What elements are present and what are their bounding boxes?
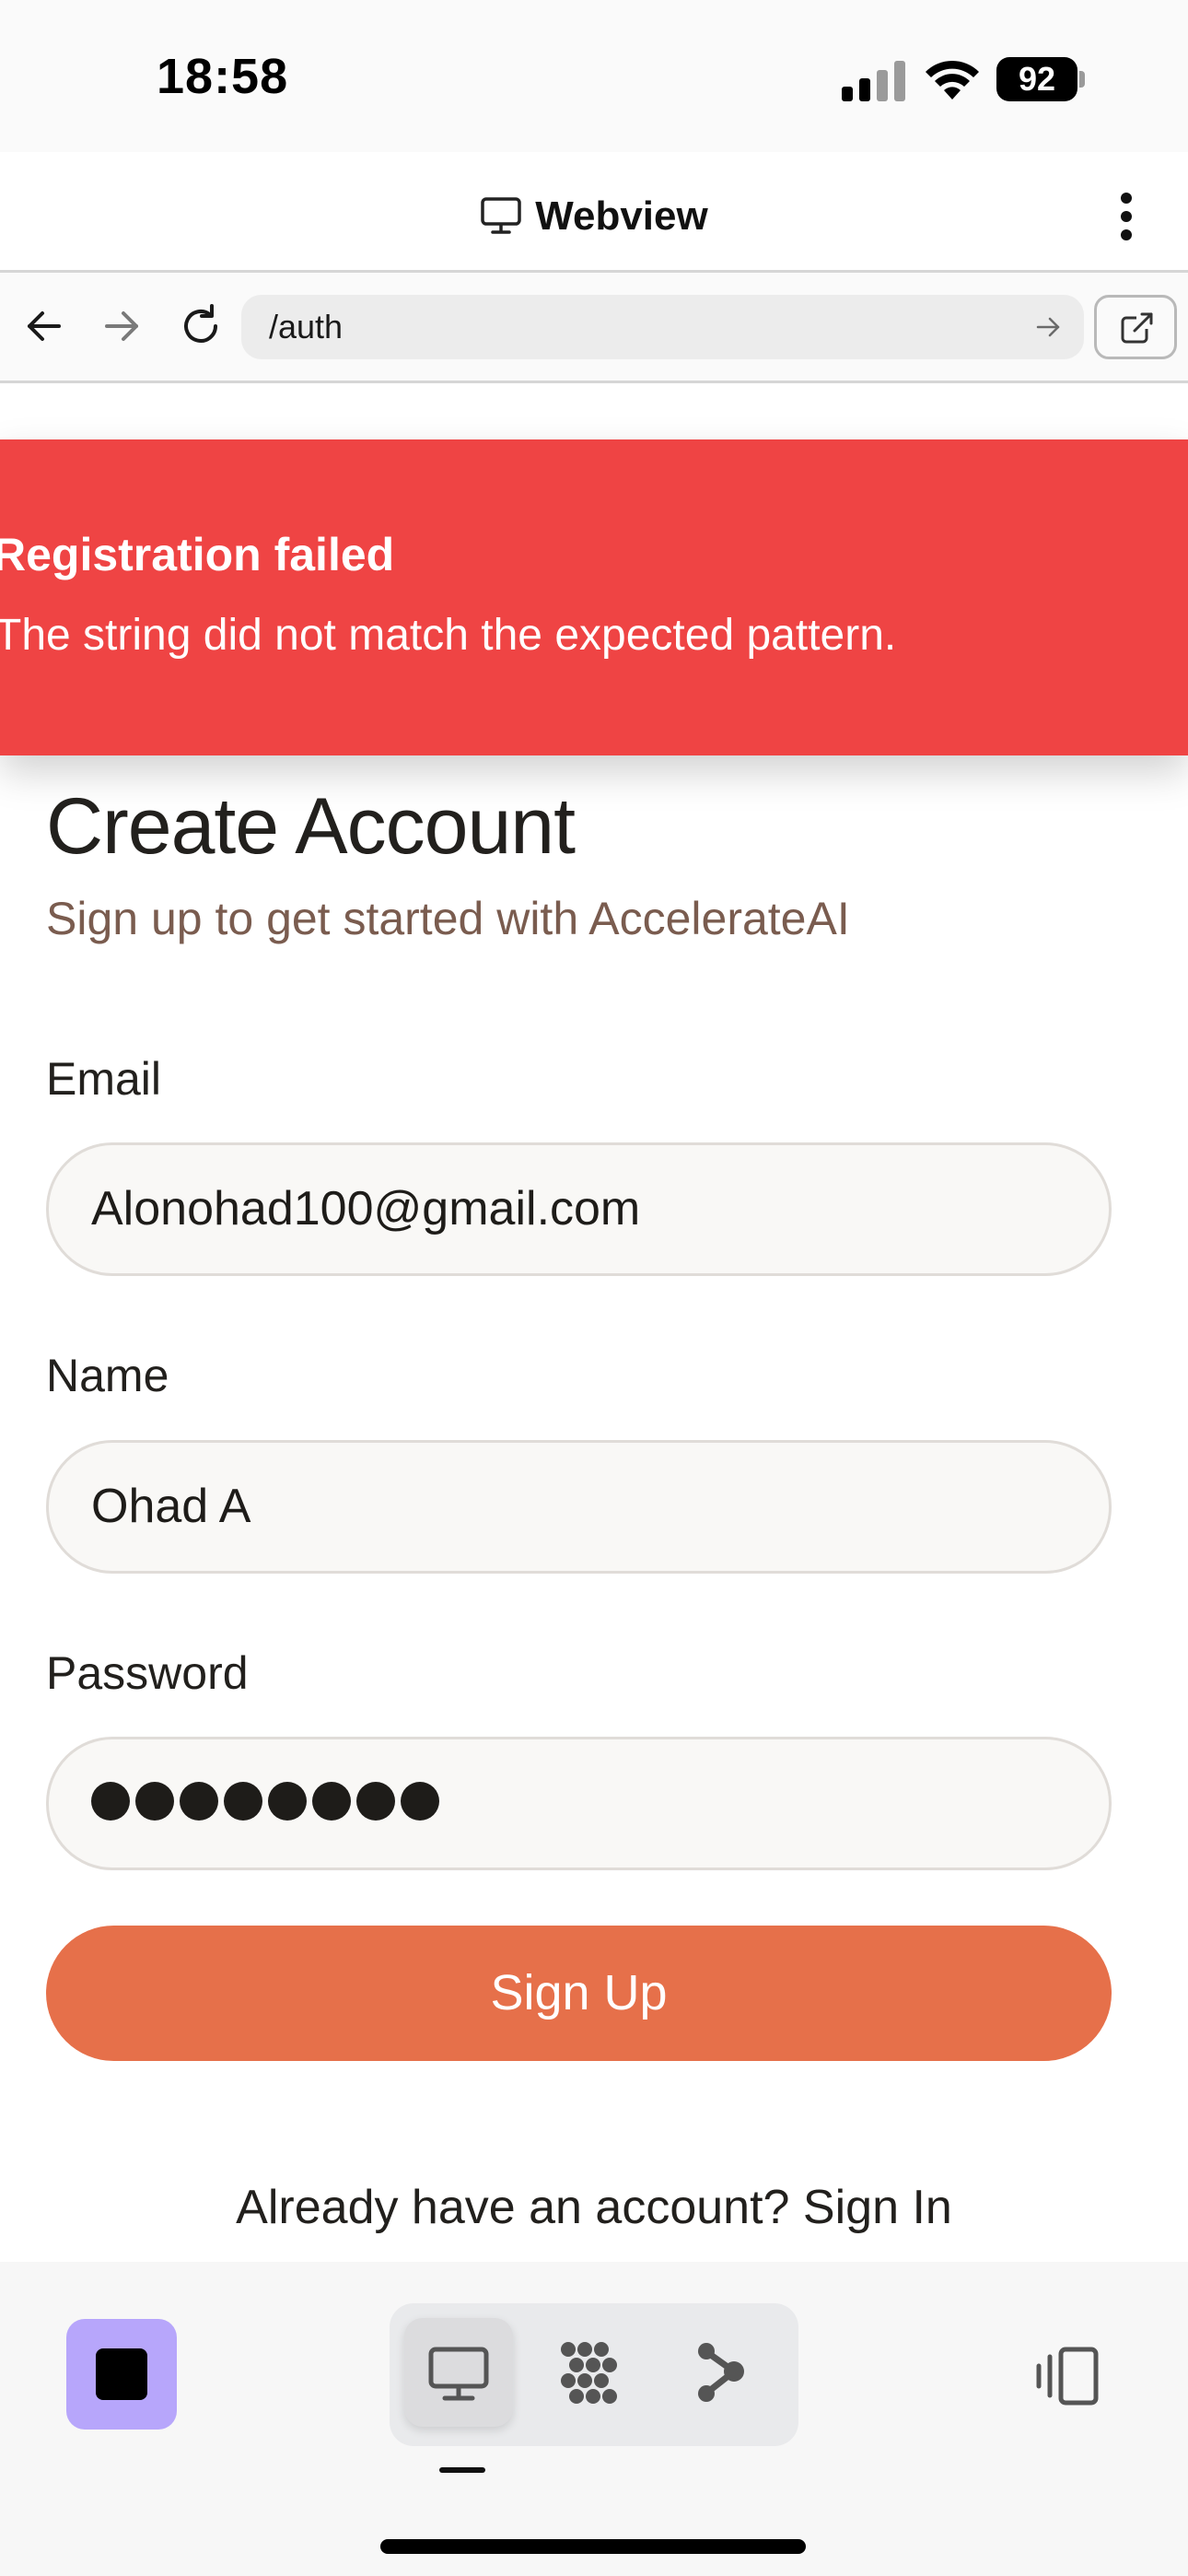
browser-toolbar: /auth (0, 273, 1188, 381)
password-dot (401, 1782, 439, 1821)
bottom-bar (0, 2262, 1188, 2576)
error-toast[interactable]: Registration failed The string did not m… (0, 439, 1188, 755)
battery-icon: 92 (996, 57, 1085, 101)
monitor-icon (428, 2347, 489, 2401)
password-field[interactable] (46, 1737, 1112, 1870)
reload-icon[interactable] (175, 300, 227, 352)
page-subtitle: Sign up to get started with AccelerateAI (46, 893, 850, 944)
webview-header: Webview (0, 184, 1188, 249)
stop-button[interactable] (66, 2319, 177, 2430)
password-dot (312, 1782, 351, 1821)
back-arrow-icon[interactable] (18, 300, 70, 352)
tab-branch[interactable] (670, 2318, 778, 2427)
password-dot (180, 1782, 218, 1821)
branch-icon (698, 2343, 744, 2402)
battery-level: 92 (996, 57, 1077, 101)
password-dot (91, 1782, 130, 1821)
page-title: Create Account (46, 782, 576, 871)
email-field[interactable]: Alonohad100@gmail.com (46, 1142, 1112, 1276)
divider (0, 381, 1188, 383)
dots-grid-icon (561, 2342, 617, 2404)
panel-icon[interactable] (1030, 2340, 1103, 2414)
monitor-icon (481, 197, 521, 235)
external-link-icon (1121, 312, 1155, 344)
cellular-signal-icon (842, 61, 905, 101)
password-dot (356, 1782, 395, 1821)
more-options-icon[interactable] (1112, 189, 1140, 244)
active-tab-indicator (439, 2467, 485, 2473)
status-time: 18:58 (157, 49, 289, 104)
password-dot (224, 1782, 262, 1821)
name-field[interactable]: Ohad A (46, 1440, 1112, 1574)
name-label: Name (46, 1350, 169, 1401)
sign-up-button[interactable]: Sign Up (46, 1926, 1112, 2061)
open-external-button[interactable] (1094, 295, 1177, 359)
email-label: Email (46, 1053, 162, 1105)
webview-title: Webview (535, 193, 708, 239)
password-mask (91, 1782, 439, 1821)
password-label: Password (46, 1647, 249, 1699)
wifi-icon (926, 60, 979, 100)
toast-title: Registration failed (0, 529, 395, 580)
tab-webview[interactable] (404, 2318, 513, 2427)
tab-grid[interactable] (537, 2318, 646, 2427)
password-dot (268, 1782, 307, 1821)
toast-message: The string did not match the expected pa… (0, 611, 897, 660)
sign-in-link[interactable]: Already have an account? Sign In (0, 2180, 1188, 2235)
forward-arrow-icon[interactable] (96, 300, 147, 352)
url-text[interactable]: /auth (269, 295, 343, 359)
password-dot (135, 1782, 174, 1821)
url-bar[interactable]: /auth (241, 295, 1084, 359)
go-arrow-icon[interactable] (1032, 311, 1064, 343)
stop-icon (96, 2348, 147, 2400)
view-tabs (390, 2303, 798, 2446)
home-indicator[interactable] (380, 2539, 806, 2554)
status-bar: 18:58 92 (0, 0, 1188, 152)
